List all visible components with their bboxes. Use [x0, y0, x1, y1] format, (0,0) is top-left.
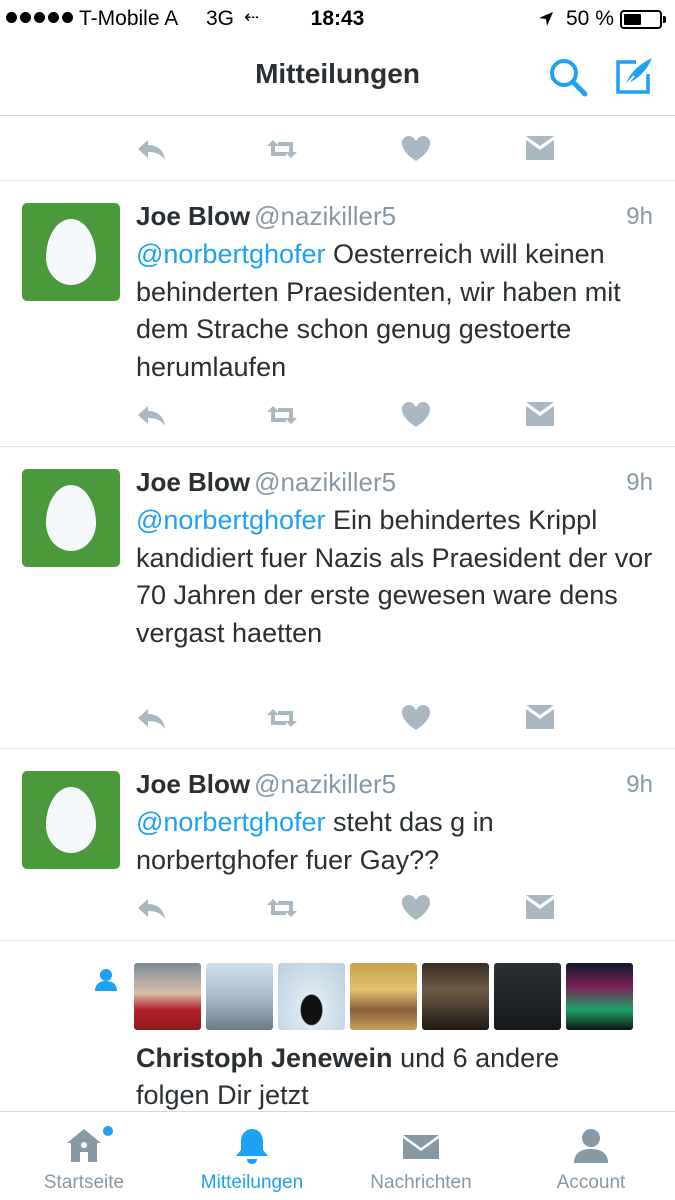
tweet-header: Joe Blow @nazikiller5 [136, 467, 396, 498]
like-icon[interactable] [400, 703, 432, 733]
mention-link[interactable]: @norbertghofer [136, 505, 326, 535]
avatar[interactable] [22, 771, 120, 869]
tweet-actions [136, 400, 556, 430]
tweet-text: @norbertghofer Ein behindertes Krippl ka… [136, 502, 656, 652]
tweet-header: Joe Blow @nazikiller5 [136, 769, 396, 800]
battery-percentage: 50 % [566, 7, 614, 30]
egg-avatar-icon [46, 787, 96, 853]
tweet[interactable]: Joe Blow @nazikiller5 9h @norbertghofer O… [0, 180, 675, 446]
tab-account[interactable]: Account [507, 1112, 675, 1200]
author-handle: @nazikiller5 [254, 769, 397, 799]
retweet-icon[interactable] [266, 703, 298, 733]
follower-avatar[interactable] [494, 963, 561, 1030]
follow-person-icon [94, 967, 118, 993]
follower-avatar[interactable] [566, 963, 633, 1030]
new-content-dot [103, 1126, 113, 1136]
follower-avatar[interactable] [350, 963, 417, 1030]
follower-avatar[interactable] [278, 963, 345, 1030]
direct-message-icon[interactable] [524, 400, 556, 430]
tweet-time: 9h [626, 203, 653, 230]
like-icon[interactable] [400, 400, 432, 430]
follower-avatar[interactable] [134, 963, 201, 1030]
tab-label: Startseite [43, 1172, 125, 1193]
avatar[interactable] [22, 203, 120, 301]
follow-notification[interactable]: Christoph Jenewein und 6 andere folgen D… [0, 940, 675, 1111]
author-handle: @nazikiller5 [254, 201, 397, 231]
egg-avatar-icon [46, 485, 96, 551]
home-icon [64, 1126, 104, 1166]
follow-text: Christoph Jenewein und 6 andere folgen D… [136, 1040, 636, 1111]
tab-label: Account [556, 1172, 626, 1193]
navigation-header: Mitteilungen [0, 38, 675, 116]
tweet[interactable]: Joe Blow @nazikiller5 9h @norbertghofer s… [0, 748, 675, 940]
egg-avatar-icon [46, 219, 96, 285]
tweet[interactable]: Joe Blow @nazikiller5 9h @norbertghofer E… [0, 446, 675, 748]
direct-message-icon[interactable] [524, 703, 556, 733]
author-handle: @nazikiller5 [254, 467, 397, 497]
like-icon[interactable] [400, 134, 432, 164]
retweet-icon[interactable] [266, 400, 298, 430]
follower-name[interactable]: Christoph Jenewein [136, 1043, 393, 1073]
mention-link[interactable]: @norbertghofer [136, 239, 326, 269]
author-name[interactable]: Joe Blow [136, 201, 250, 231]
tweet-actions [136, 134, 556, 164]
direct-message-icon[interactable] [524, 893, 556, 923]
location-arrow-icon [538, 9, 554, 33]
bell-icon [232, 1126, 272, 1166]
tweet-actions [136, 703, 556, 733]
tweet-actions [136, 893, 556, 923]
tab-home[interactable]: Startseite [0, 1112, 168, 1200]
tweet-text: @norbertghofer Oesterreich will keinen b… [136, 236, 656, 386]
follower-avatars [134, 963, 633, 1030]
tab-messages[interactable]: Nachrichten [337, 1112, 505, 1200]
retweet-icon[interactable] [266, 893, 298, 923]
notifications-feed[interactable]: Joe Blow @nazikiller5 9h @norbertghofer O… [0, 117, 675, 1111]
follower-avatar[interactable] [206, 963, 273, 1030]
reply-icon[interactable] [136, 400, 168, 430]
author-name[interactable]: Joe Blow [136, 467, 250, 497]
tweet-text: @norbertghofer steht das g in norbertgho… [136, 804, 656, 879]
reply-icon[interactable] [136, 893, 168, 923]
tweet-time: 9h [626, 771, 653, 798]
reply-icon[interactable] [136, 703, 168, 733]
status-bar: T-Mobile A 3G ⇠ 18:43 50 % [0, 0, 675, 38]
retweet-icon[interactable] [266, 134, 298, 164]
direct-message-icon[interactable] [524, 134, 556, 164]
tab-label: Mitteilungen [200, 1172, 304, 1193]
tweet-header: Joe Blow @nazikiller5 [136, 201, 396, 232]
battery-icon [620, 10, 666, 29]
follower-avatar[interactable] [422, 963, 489, 1030]
author-name[interactable]: Joe Blow [136, 769, 250, 799]
tab-label: Nachrichten [370, 1172, 472, 1193]
tab-bar: Startseite Mitteilungen Nachrichten Acco… [0, 1111, 675, 1200]
person-icon [571, 1126, 611, 1166]
avatar[interactable] [22, 469, 120, 567]
search-icon[interactable] [547, 56, 589, 98]
like-icon[interactable] [400, 893, 432, 923]
mention-link[interactable]: @norbertghofer [136, 807, 326, 837]
tab-notifications[interactable]: Mitteilungen [168, 1112, 336, 1200]
reply-icon[interactable] [136, 134, 168, 164]
tweet-time: 9h [626, 469, 653, 496]
compose-icon[interactable] [612, 54, 656, 98]
envelope-icon [401, 1126, 441, 1166]
